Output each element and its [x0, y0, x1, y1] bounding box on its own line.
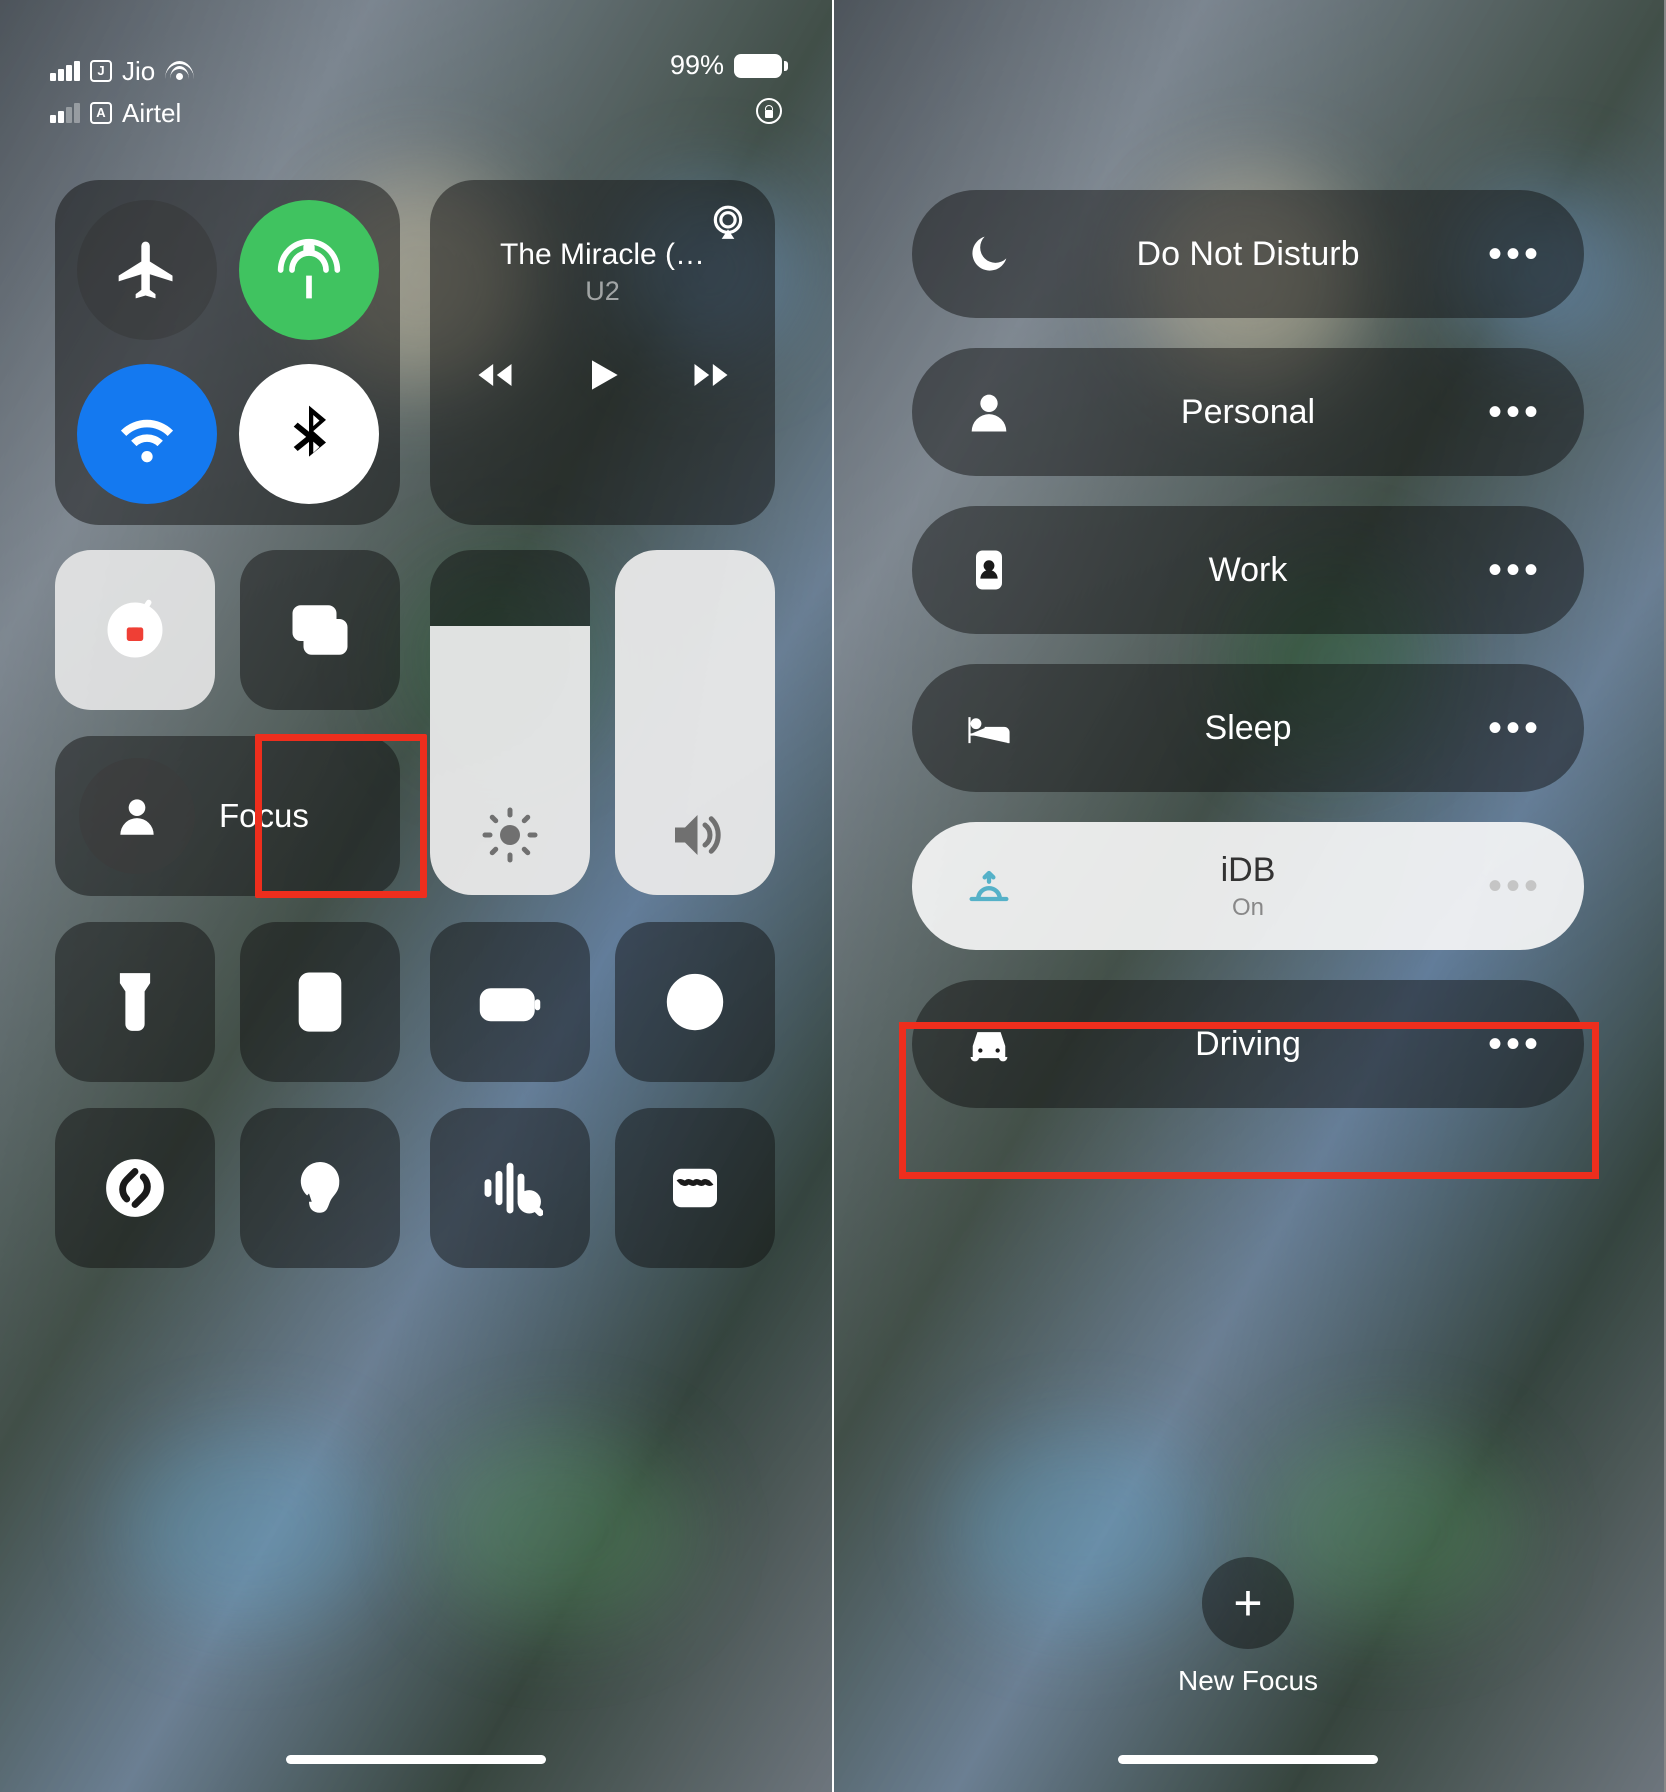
new-focus-button[interactable]: + [1202, 1557, 1294, 1649]
brightness-icon [480, 805, 540, 865]
more-icon[interactable]: ••• [1488, 864, 1542, 909]
bluetooth-toggle[interactable] [239, 364, 379, 504]
media-title: The Miracle (… [430, 238, 775, 272]
more-icon[interactable]: ••• [1488, 390, 1542, 435]
connectivity-group[interactable] [55, 180, 400, 525]
focus-mode-label: Do Not Disturb [912, 235, 1584, 274]
wifi-toggle[interactable] [77, 364, 217, 504]
more-icon[interactable]: ••• [1488, 706, 1542, 751]
home-indicator[interactable] [286, 1755, 546, 1764]
media-play-button[interactable] [581, 353, 625, 397]
sound-recognition-tile[interactable] [430, 1108, 590, 1268]
sim1-label: J [90, 60, 112, 82]
now-playing-card[interactable]: The Miracle (… U2 [430, 180, 775, 525]
new-focus-section: + New Focus [1178, 1557, 1318, 1697]
focus-mode-label: Personal [912, 393, 1584, 432]
more-icon[interactable]: ••• [1488, 232, 1542, 277]
status-bar: J Jio A Airtel 99% [0, 50, 832, 134]
focus-mode-label: Work [912, 551, 1584, 590]
focus-mode-work[interactable]: Work ••• [912, 506, 1584, 634]
focus-modes-list: Do Not Disturb ••• Personal ••• Work •••… [912, 190, 1584, 1108]
media-artist: U2 [430, 276, 775, 307]
control-center-screenshot: J Jio A Airtel 99% [0, 0, 832, 1792]
flashlight-tile[interactable] [55, 922, 215, 1082]
airplane-mode-toggle[interactable] [77, 200, 217, 340]
shazam-tile[interactable] [55, 1108, 215, 1268]
screen-record-tile[interactable] [615, 922, 775, 1082]
quick-note-tile[interactable] [615, 1108, 775, 1268]
sim2-label: A [90, 102, 112, 124]
calculator-tile[interactable] [240, 922, 400, 1082]
orientation-lock-status-icon [756, 98, 782, 124]
focus-list-screenshot: Do Not Disturb ••• Personal ••• Work •••… [832, 0, 1664, 1792]
battery-percentage: 99% [670, 50, 724, 81]
focus-mode-idb[interactable]: iDB On ••• [912, 822, 1584, 950]
screenshot-divider [832, 0, 834, 1792]
low-power-tile[interactable] [430, 922, 590, 1082]
airplay-icon[interactable] [709, 204, 747, 242]
volume-slider[interactable] [615, 550, 775, 895]
carrier-sim1: Jio [122, 56, 155, 87]
wifi-icon [165, 60, 194, 82]
new-focus-label: New Focus [1178, 1665, 1318, 1697]
signal-bars-sim2 [50, 103, 80, 123]
volume-icon [665, 805, 725, 865]
more-icon[interactable]: ••• [1488, 548, 1542, 593]
focus-mode-status: On [912, 894, 1584, 922]
media-rewind-button[interactable] [473, 353, 517, 397]
signal-bars-sim1 [50, 61, 80, 81]
focus-highlight-annotation [255, 734, 427, 898]
brightness-slider[interactable] [430, 550, 590, 895]
hearing-tile[interactable] [240, 1108, 400, 1268]
focus-person-icon[interactable] [79, 758, 195, 874]
orientation-lock-tile[interactable] [55, 550, 215, 710]
home-indicator[interactable] [1118, 1755, 1378, 1764]
battery-icon [734, 54, 782, 78]
cellular-data-toggle[interactable] [239, 200, 379, 340]
idb-highlight-annotation [899, 1022, 1599, 1179]
focus-mode-sleep[interactable]: Sleep ••• [912, 664, 1584, 792]
screen-mirroring-tile[interactable] [240, 550, 400, 710]
media-forward-button[interactable] [689, 353, 733, 397]
carrier-sim2: Airtel [122, 98, 181, 129]
focus-mode-do-not-disturb[interactable]: Do Not Disturb ••• [912, 190, 1584, 318]
focus-mode-label: iDB On [912, 851, 1584, 922]
focus-mode-personal[interactable]: Personal ••• [912, 348, 1584, 476]
focus-mode-label: Sleep [912, 709, 1584, 748]
